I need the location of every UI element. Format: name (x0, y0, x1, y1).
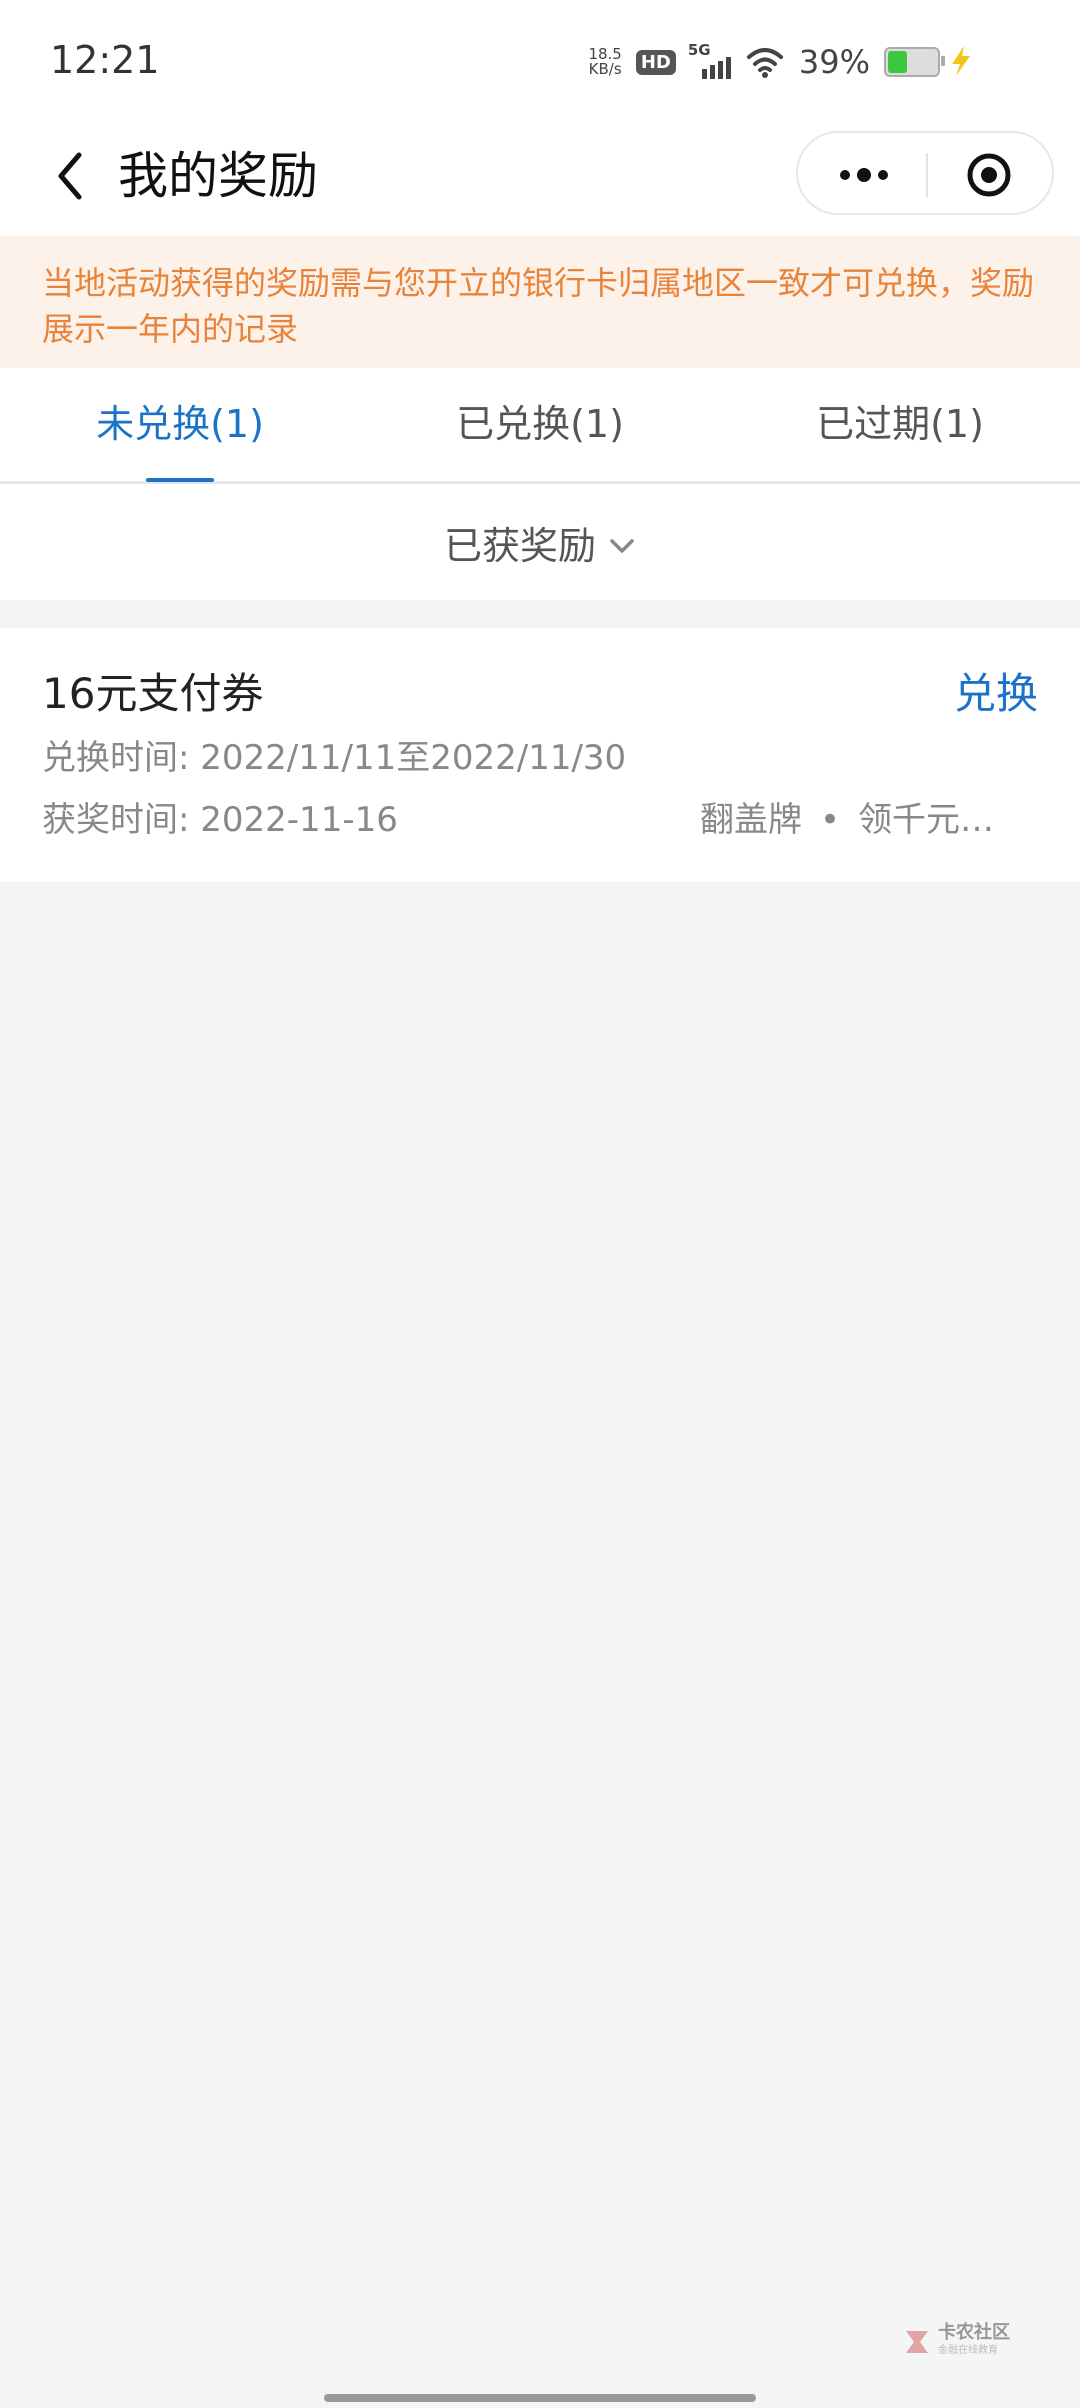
battery-percent: 39% (798, 43, 870, 81)
hd-icon: HD (635, 49, 676, 75)
nav-bar: 我的奖励 (0, 120, 1080, 236)
redeem-time: 兑换时间: 2022/11/11至2022/11/30 (42, 738, 627, 778)
reward-source: 翻盖牌 • 领千元… (700, 796, 994, 844)
status-icons: 18.5 KB/s HD 5G 39% (588, 40, 945, 84)
chevron-left-icon (58, 152, 82, 200)
charging-icon (952, 46, 970, 76)
wifi-icon (746, 48, 783, 78)
chevron-down-icon (610, 539, 634, 553)
network-type-label: 5G (687, 41, 711, 59)
battery-icon (884, 47, 945, 77)
tab-active-indicator (146, 478, 214, 482)
award-time: 获奖时间: 2022-11-16 (42, 800, 398, 840)
reward-title: 16元支付券 (42, 669, 264, 718)
tab-expired[interactable]: 已过期(1) (720, 400, 1080, 448)
status-time: 12:21 (50, 38, 160, 82)
network-speed: 18.5 KB/s (588, 47, 621, 77)
watermark: 卡农社区 金融在线教育 (900, 2318, 1030, 2366)
tab-unredeemed[interactable]: 未兑换(1) (0, 400, 360, 448)
filter-label: 已获奖励 (443, 523, 596, 568)
tab-redeemed[interactable]: 已兑换(1) (360, 400, 720, 448)
home-indicator[interactable] (324, 2394, 756, 2402)
status-bar: 12:21 18.5 KB/s HD 5G 39% (0, 0, 1080, 120)
target-close-icon[interactable] (966, 152, 1012, 198)
tab-bar: 未兑换(1) 已兑换(1) 已过期(1) (0, 368, 1080, 484)
notice-text: 当地活动获得的奖励需与您开立的银行卡归属地区一致才可兑换，奖励展示一年内的记录 (42, 264, 1035, 348)
notice-banner: 当地活动获得的奖励需与您开立的银行卡归属地区一致才可兑换，奖励展示一年内的记录 (0, 236, 1080, 368)
mini-program-capsule (796, 131, 1054, 215)
capsule-divider (926, 153, 928, 197)
reward-source-type: 翻盖牌 (700, 800, 802, 840)
page-title: 我的奖励 (118, 147, 318, 205)
watermark-main: 卡农社区 (938, 2322, 1010, 2343)
redeem-button[interactable]: 兑换 (954, 666, 1038, 722)
watermark-logo-icon (906, 2331, 928, 2353)
watermark-sub: 金融在线教育 (938, 2345, 998, 2356)
more-button[interactable] (826, 153, 902, 197)
reward-filter[interactable]: 已获奖励 (0, 484, 1080, 600)
reward-card: 16元支付券 兑换 兑换时间: 2022/11/11至2022/11/30 获奖… (0, 628, 1080, 882)
source-separator: • (820, 800, 841, 840)
signal-icon: 5G (688, 41, 731, 79)
reward-source-name: 领千元… (858, 800, 995, 840)
more-dots-icon (840, 170, 850, 180)
network-speed-unit: KB/s (588, 60, 622, 78)
back-button[interactable] (40, 144, 100, 208)
